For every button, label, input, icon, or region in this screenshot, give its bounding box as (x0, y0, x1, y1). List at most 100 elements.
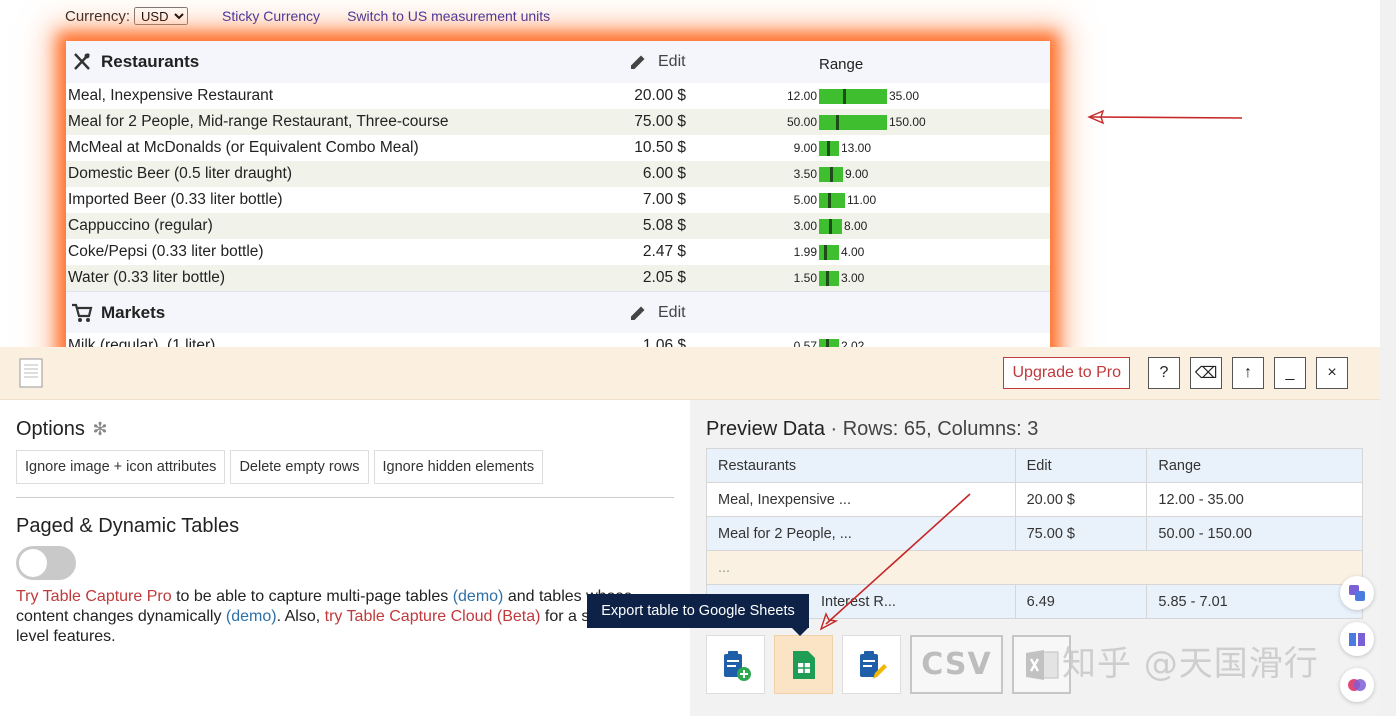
copy-to-clipboard-button[interactable] (706, 635, 765, 694)
range-high: 11.00 (847, 193, 877, 207)
range-low: 5.00 (793, 193, 817, 207)
preview-header-row: Restaurants Edit Range (706, 448, 1363, 483)
markets-title: Markets (101, 302, 166, 322)
move-up-button[interactable]: ↑ (1232, 357, 1264, 389)
demo-link-1[interactable]: (demo) (453, 588, 504, 605)
item-price: 20.00 $ (634, 87, 686, 104)
utensils-icon (71, 51, 93, 73)
currency-label: Currency: (65, 7, 131, 25)
preview-header-cell: Edit (1014, 448, 1148, 483)
preview-cell: 5.85 - 7.01 (1146, 584, 1363, 619)
range-low: 1.99 (793, 245, 817, 259)
item-price: 7.00 $ (642, 191, 686, 208)
paged-tables-toggle[interactable] (16, 546, 76, 580)
markets-edit-label: Edit (658, 303, 686, 321)
close-button[interactable]: × (1316, 357, 1348, 389)
restaurants-rows: Meal, Inexpensive Restaurant 20.00 $ 12.00… (66, 83, 1050, 291)
restaurants-edit-link[interactable]: Edit (628, 52, 686, 72)
header-buttons: Upgrade to Pro ? ⌫ ↑ _ × (1003, 357, 1348, 389)
help-button[interactable]: ? (1148, 357, 1180, 389)
options-title: Options ✻ (16, 418, 108, 441)
markets-header: Markets Edit (66, 291, 1050, 333)
minimize-button[interactable]: _ (1274, 357, 1306, 389)
preview-ellipsis-row: ... (706, 550, 1363, 585)
panel-header: Upgrade to Pro ? ⌫ ↑ _ × (0, 347, 1380, 400)
range-low: 1.50 (793, 271, 817, 285)
range-marker (828, 192, 831, 208)
item-price: 2.05 $ (642, 269, 686, 286)
try-cloud-link[interactable]: try Table Capture Cloud (Beta) (325, 608, 541, 625)
reader-icon[interactable] (1340, 622, 1374, 656)
tooltip-tail (792, 628, 808, 636)
range-bar (819, 270, 839, 286)
range-marker (830, 166, 833, 182)
preview-stats: · Rows: 65, Columns: 3 (824, 418, 1039, 440)
ai-brain-icon[interactable] (1340, 668, 1374, 702)
range-bar (819, 140, 839, 156)
markets-edit-link[interactable]: Edit (628, 303, 686, 323)
range-low: 12.00 (786, 89, 817, 103)
export-csv-button[interactable]: CSV (910, 635, 1003, 694)
price-range-bar: 12.00 35.00 (766, 88, 919, 104)
range-high: 4.00 (841, 245, 865, 259)
sticky-currency-link[interactable]: Sticky Currency (222, 8, 320, 24)
preview-cell: 12.00 - 35.00 (1146, 482, 1363, 517)
price-range-bar: 3.50 9.00 (766, 166, 868, 182)
price-row: Domestic Beer (0.5 liter draught) 6.00 $ 3… (66, 161, 1050, 187)
range-low: 50.00 (786, 115, 817, 129)
csv-label: CSV (921, 647, 992, 682)
options-pane: Options ✻ Ignore image + icon attributes… (0, 400, 690, 716)
range-high: 35.00 (889, 89, 920, 103)
toggle-knob (19, 549, 47, 577)
shopping-cart-icon (71, 302, 93, 324)
clear-button[interactable]: ⌫ (1190, 357, 1222, 389)
item-price: 10.50 $ (634, 139, 686, 156)
export-buttons: CSV (706, 635, 1071, 694)
range-high: 13.00 (841, 141, 872, 155)
range-low: 9.00 (793, 141, 817, 155)
preview-cell: 50.00 - 150.00 (1146, 516, 1363, 551)
preview-header-cell: Restaurants (706, 448, 1016, 483)
side-toolbar (1340, 576, 1374, 714)
preview-cell: ... (706, 550, 1363, 585)
promo-text-3: . Also, (276, 608, 325, 625)
item-name: McMeal at McDonalds (or Equivalent Combo… (68, 139, 419, 156)
price-row: Meal, Inexpensive Restaurant 20.00 $ 12.00… (66, 83, 1050, 109)
item-name: Cappuccino (regular) (68, 217, 213, 234)
range-header: Range (819, 56, 864, 73)
options-title-text: Options (16, 418, 85, 440)
document-icon (18, 357, 46, 394)
preview-cell: 20.00 $ (1014, 482, 1148, 517)
annotation-arrow-icon (1087, 109, 1243, 125)
promo-text: Try Table Capture Pro to be able to capt… (16, 587, 666, 647)
pencil-icon (628, 52, 648, 72)
ignore-image-icon-attributes-button[interactable]: Ignore image + icon attributes (16, 450, 226, 484)
item-price: 6.00 $ (642, 165, 686, 182)
try-pro-link[interactable]: Try Table Capture Pro (16, 588, 172, 605)
asterisk-icon: ✻ (92, 419, 108, 439)
delete-empty-rows-button[interactable]: Delete empty rows (230, 450, 369, 484)
us-units-link[interactable]: Switch to US measurement units (347, 8, 550, 24)
item-name: Domestic Beer (0.5 liter draught) (68, 165, 292, 182)
range-high: 3.00 (841, 271, 865, 285)
price-range-bar: 9.00 13.00 (766, 140, 871, 156)
page-scrollbar[interactable] (1380, 0, 1396, 716)
currency-select[interactable]: USD (134, 7, 189, 25)
price-row: McMeal at McDonalds (or Equivalent Combo… (66, 135, 1050, 161)
price-range-bar: 1.50 3.00 (766, 270, 864, 286)
range-high: 9.00 (845, 167, 869, 181)
translate-icon[interactable] (1340, 576, 1374, 610)
range-bar (819, 192, 845, 208)
preview-cell: 75.00 $ (1014, 516, 1148, 551)
ignore-hidden-elements-button[interactable]: Ignore hidden elements (373, 450, 544, 484)
currency-bar: Currency: USD Sticky Currency Switch to … (65, 6, 577, 26)
cost-of-living-table: Restaurants Edit Range Meal, Inexpensive… (66, 41, 1050, 361)
copy-as-text-button[interactable] (842, 635, 901, 694)
range-marker (829, 218, 832, 234)
preview-header-cell: Range (1146, 448, 1363, 483)
upgrade-to-pro-button[interactable]: Upgrade to Pro (1003, 357, 1130, 389)
demo-link-2[interactable]: (demo) (226, 608, 277, 625)
clipboard-edit-icon (859, 650, 887, 679)
export-google-sheets-button[interactable] (774, 635, 833, 694)
item-name: Water (0.33 liter bottle) (68, 269, 226, 286)
